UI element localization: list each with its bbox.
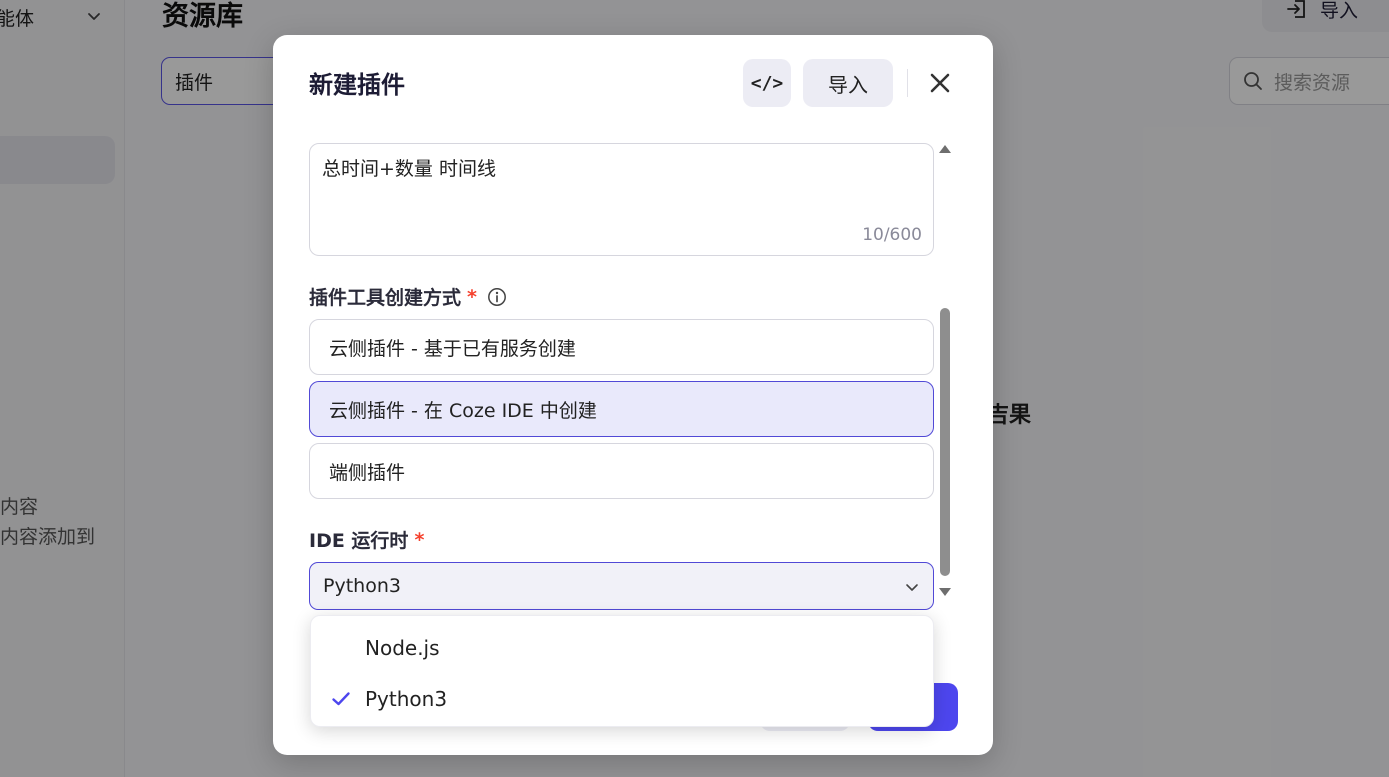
modal-import-button-label: 导入 — [828, 72, 868, 97]
runtime-option-label: Python3 — [365, 687, 448, 711]
info-icon[interactable] — [487, 287, 507, 307]
method-option-label: 云侧插件 - 基于已有服务创建 — [329, 337, 576, 360]
scroll-down-arrow-icon[interactable] — [938, 587, 952, 597]
header-divider — [907, 69, 908, 97]
method-option-label: 端侧插件 — [329, 461, 406, 484]
modal-title: 新建插件 — [309, 71, 405, 99]
runtime-field-label: IDE 运行时 * — [309, 526, 424, 553]
required-mark: * — [414, 528, 425, 551]
scrollbar-thumb[interactable] — [940, 308, 950, 576]
method-option-cloud-ide[interactable]: 云侧插件 - 在 Coze IDE 中创建 — [309, 381, 934, 437]
runtime-select-value: Python3 — [323, 575, 401, 597]
method-option-cloud-existing[interactable]: 云侧插件 - 基于已有服务创建 — [309, 319, 934, 375]
runtime-option-label: Node.js — [365, 636, 440, 660]
modal-import-button[interactable]: 导入 — [803, 59, 893, 107]
runtime-dropdown-menu: Node.js Python3 — [310, 615, 934, 727]
required-mark: * — [467, 285, 477, 308]
method-field-label: 插件工具创建方式 * — [309, 283, 507, 310]
runtime-select[interactable]: Python3 — [309, 562, 934, 610]
runtime-option-nodejs[interactable]: Node.js — [311, 623, 935, 673]
runtime-label-text: IDE 运行时 — [309, 530, 409, 552]
close-button[interactable] — [925, 68, 955, 98]
chevron-down-icon — [906, 584, 918, 591]
description-value: 总时间+数量 时间线 — [322, 158, 496, 180]
check-icon — [332, 692, 350, 706]
code-button[interactable]: </> — [743, 59, 791, 107]
description-textarea[interactable]: 总时间+数量 时间线 10/600 — [309, 143, 934, 256]
description-char-count: 10/600 — [862, 225, 922, 245]
runtime-option-python3[interactable]: Python3 — [311, 674, 935, 724]
method-option-client-side[interactable]: 端侧插件 — [309, 443, 934, 499]
code-icon: </> — [750, 72, 784, 94]
method-option-label: 云侧插件 - 在 Coze IDE 中创建 — [329, 399, 597, 422]
method-label-text: 插件工具创建方式 — [309, 287, 462, 309]
close-icon — [930, 73, 950, 93]
scroll-up-arrow-icon[interactable] — [938, 144, 952, 154]
